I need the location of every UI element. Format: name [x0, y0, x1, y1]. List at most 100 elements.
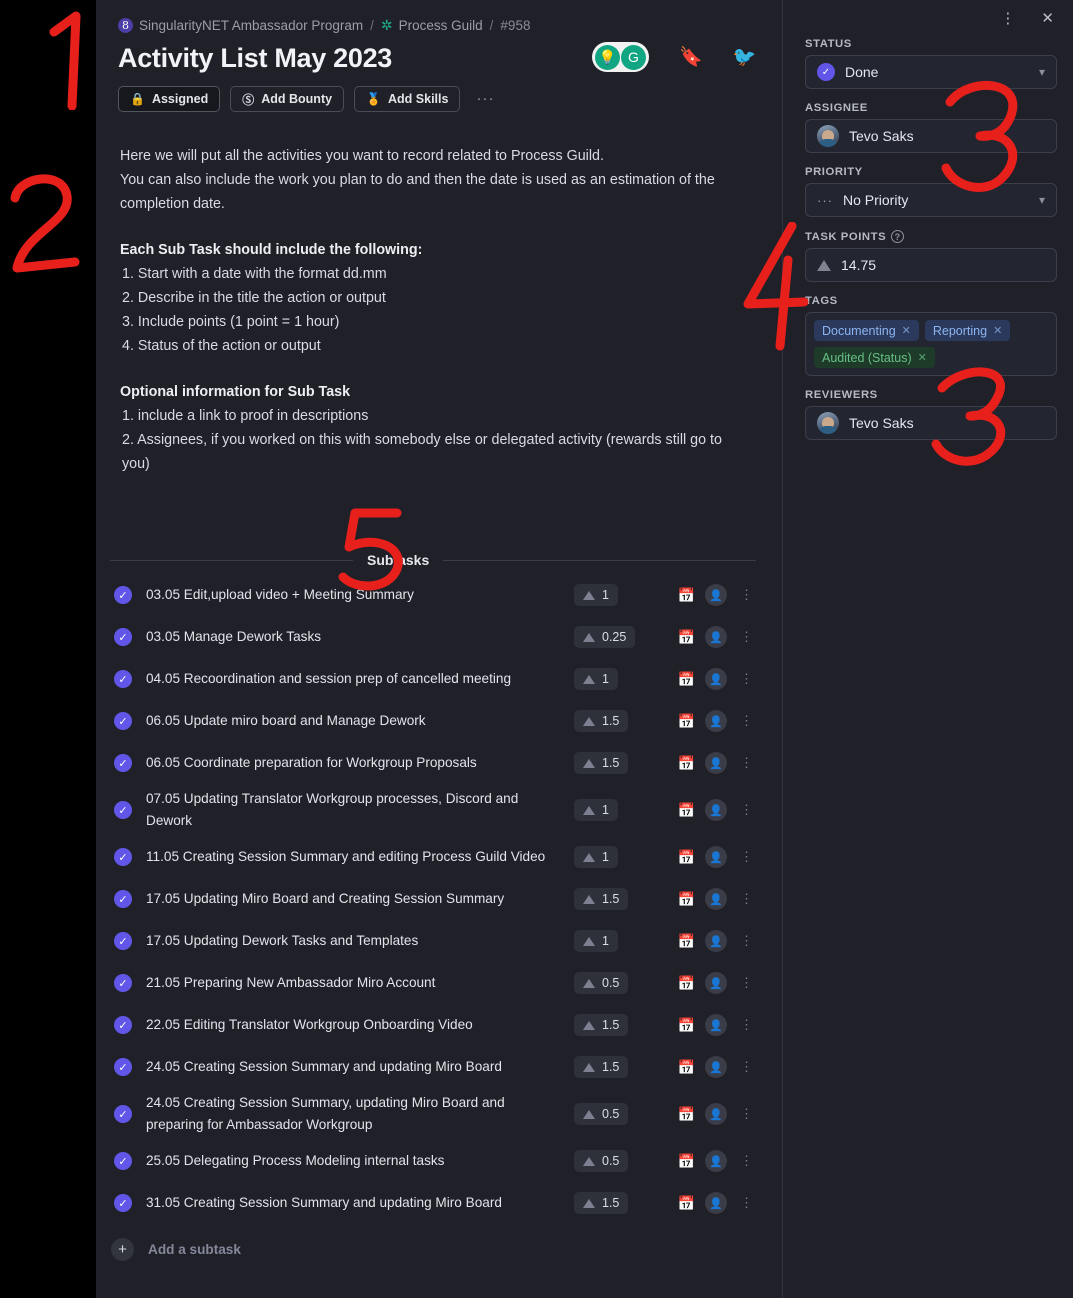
- add-person-icon[interactable]: 👤: [705, 930, 727, 952]
- calendar-icon[interactable]: 📅: [678, 713, 695, 730]
- breadcrumb-org[interactable]: 8 SingularityNET Ambassador Program: [118, 17, 363, 33]
- subtask-points-badge[interactable]: 1: [574, 799, 618, 821]
- help-circle-icon[interactable]: ?: [891, 230, 905, 243]
- close-small-icon[interactable]: ✕: [918, 351, 927, 364]
- subtask-title[interactable]: 11.05 Creating Session Summary and editi…: [146, 846, 564, 868]
- add-person-icon[interactable]: 👤: [705, 1056, 727, 1078]
- subtask-row[interactable]: ✓ 24.05 Creating Session Summary and upda…: [110, 1046, 760, 1088]
- subtask-title[interactable]: 25.05 Delegating Process Modeling intern…: [146, 1150, 564, 1172]
- subtask-checkbox[interactable]: ✓: [114, 801, 132, 819]
- subtask-title[interactable]: 04.05 Recoordination and session prep of…: [146, 668, 564, 690]
- tags-box[interactable]: Documenting ✕ Reporting ✕ Audited (Status) ✕: [805, 312, 1057, 376]
- add-person-icon[interactable]: 👤: [705, 626, 727, 648]
- subtask-title[interactable]: 31.05 Creating Session Summary and updat…: [146, 1192, 564, 1214]
- calendar-icon[interactable]: 📅: [678, 1017, 695, 1034]
- task-description[interactable]: Here we will put all the activities you …: [108, 112, 728, 476]
- add-person-icon[interactable]: 👤: [705, 799, 727, 821]
- assignee-select[interactable]: Tevo Saks: [805, 119, 1057, 153]
- lightbulb-icon[interactable]: 💡: [595, 44, 620, 70]
- calendar-icon[interactable]: 📅: [678, 587, 695, 604]
- subtask-checkbox[interactable]: ✓: [114, 1152, 132, 1170]
- add-person-icon[interactable]: 👤: [705, 888, 727, 910]
- tag-chip[interactable]: Documenting ✕: [814, 320, 919, 341]
- subtask-checkbox[interactable]: ✓: [114, 974, 132, 992]
- subtask-title[interactable]: 17.05 Updating Miro Board and Creating S…: [146, 888, 564, 910]
- subtask-checkbox[interactable]: ✓: [114, 890, 132, 908]
- subtask-checkbox[interactable]: ✓: [114, 848, 132, 866]
- calendar-icon[interactable]: 📅: [678, 849, 695, 866]
- subtask-points-badge[interactable]: 1.5: [574, 1014, 629, 1036]
- subtask-title[interactable]: 03.05 Edit,upload video + Meeting Summar…: [146, 584, 564, 606]
- subtask-row[interactable]: ✓ 06.05 Update miro board and Manage Dewo…: [110, 700, 760, 742]
- subtask-checkbox[interactable]: ✓: [114, 712, 132, 730]
- breadcrumb-project[interactable]: ✲ Process Guild: [381, 18, 483, 33]
- kebab-vertical-icon[interactable]: ⋮: [737, 1060, 756, 1073]
- subtask-title[interactable]: 03.05 Manage Dework Tasks: [146, 626, 564, 648]
- subtask-row[interactable]: ✓ 06.05 Coordinate preparation for Workgr…: [110, 742, 760, 784]
- kebab-vertical-icon[interactable]: ⋮: [737, 714, 756, 727]
- subtask-points-badge[interactable]: 1: [574, 668, 618, 690]
- subtask-row[interactable]: ✓ 07.05 Updating Translator Workgroup pro…: [110, 784, 760, 836]
- subtask-title[interactable]: 24.05 Creating Session Summary and updat…: [146, 1056, 564, 1078]
- add-person-icon[interactable]: 👤: [705, 752, 727, 774]
- kebab-vertical-icon[interactable]: ⋮: [737, 850, 756, 863]
- subtask-checkbox[interactable]: ✓: [114, 1016, 132, 1034]
- close-small-icon[interactable]: ✕: [902, 324, 911, 337]
- calendar-icon[interactable]: 📅: [678, 802, 695, 819]
- subtask-points-badge[interactable]: 1: [574, 846, 618, 868]
- subtask-points-badge[interactable]: 0.5: [574, 1150, 629, 1172]
- reviewers-select[interactable]: Tevo Saks: [805, 406, 1057, 440]
- subtask-checkbox[interactable]: ✓: [114, 1194, 132, 1212]
- subtask-row[interactable]: ✓ 31.05 Creating Session Summary and upda…: [110, 1182, 760, 1224]
- assigned-button[interactable]: 🔒 Assigned: [118, 86, 221, 112]
- grammarly-widget[interactable]: 💡 G: [592, 42, 649, 72]
- subtask-points-badge[interactable]: 1.5: [574, 888, 629, 910]
- calendar-icon[interactable]: 📅: [678, 1195, 695, 1212]
- subtask-row[interactable]: ✓ 03.05 Edit,upload video + Meeting Summa…: [110, 574, 760, 616]
- add-person-icon[interactable]: 👤: [705, 668, 727, 690]
- subtask-checkbox[interactable]: ✓: [114, 932, 132, 950]
- add-person-icon[interactable]: 👤: [705, 710, 727, 732]
- tag-chip[interactable]: Audited (Status) ✕: [814, 347, 935, 368]
- calendar-icon[interactable]: 📅: [678, 1106, 695, 1123]
- subtask-title[interactable]: 07.05 Updating Translator Workgroup proc…: [146, 788, 564, 832]
- close-small-icon[interactable]: ✕: [993, 324, 1002, 337]
- subtask-row[interactable]: ✓ 17.05 Updating Miro Board and Creating …: [110, 878, 760, 920]
- add-person-icon[interactable]: 👤: [705, 1150, 727, 1172]
- add-bounty-button[interactable]: Ⓢ Add Bounty: [230, 86, 345, 112]
- subtask-checkbox[interactable]: ✓: [114, 1105, 132, 1123]
- calendar-icon[interactable]: 📅: [678, 1153, 695, 1170]
- kebab-vertical-icon[interactable]: ⋮: [737, 672, 756, 685]
- window-menu-icon[interactable]: ⋮: [995, 8, 1020, 29]
- close-icon[interactable]: ✕: [1036, 8, 1059, 29]
- grammarly-g-icon[interactable]: G: [621, 44, 646, 70]
- subtask-points-badge[interactable]: 1: [574, 930, 618, 952]
- subtask-points-badge[interactable]: 0.25: [574, 626, 636, 648]
- subtask-points-badge[interactable]: 1.5: [574, 752, 629, 774]
- subtask-title[interactable]: 24.05 Creating Session Summary, updating…: [146, 1092, 564, 1136]
- task-points-value-box[interactable]: 14.75: [805, 248, 1057, 282]
- subtask-row[interactable]: ✓ 03.05 Manage Dework Tasks 0.25 📅 👤 ⋮: [110, 616, 760, 658]
- kebab-vertical-icon[interactable]: ⋮: [737, 976, 756, 989]
- subtask-checkbox[interactable]: ✓: [114, 586, 132, 604]
- add-person-icon[interactable]: 👤: [705, 1192, 727, 1214]
- calendar-icon[interactable]: 📅: [678, 1059, 695, 1076]
- subtask-checkbox[interactable]: ✓: [114, 628, 132, 646]
- kebab-vertical-icon[interactable]: ⋮: [737, 1196, 756, 1209]
- kebab-vertical-icon[interactable]: ⋮: [737, 756, 756, 769]
- add-skills-button[interactable]: 🏅 Add Skills: [354, 86, 461, 112]
- subtask-row[interactable]: ✓ 24.05 Creating Session Summary, updatin…: [110, 1088, 760, 1140]
- kebab-vertical-icon[interactable]: ⋮: [737, 588, 756, 601]
- calendar-icon[interactable]: 📅: [678, 891, 695, 908]
- calendar-icon[interactable]: 📅: [678, 629, 695, 646]
- subtask-row[interactable]: ✓ 17.05 Updating Dework Tasks and Templat…: [110, 920, 760, 962]
- calendar-icon[interactable]: 📅: [678, 755, 695, 772]
- kebab-vertical-icon[interactable]: ⋮: [737, 803, 756, 816]
- subtask-row[interactable]: ✓ 21.05 Preparing New Ambassador Miro Acc…: [110, 962, 760, 1004]
- subtask-points-badge[interactable]: 1.5: [574, 710, 629, 732]
- kebab-vertical-icon[interactable]: ⋮: [737, 1154, 756, 1167]
- kebab-vertical-icon[interactable]: ⋮: [737, 1107, 756, 1120]
- subtask-title[interactable]: 06.05 Coordinate preparation for Workgro…: [146, 752, 564, 774]
- breadcrumb-task-number[interactable]: #958: [500, 18, 530, 33]
- add-person-icon[interactable]: 👤: [705, 846, 727, 868]
